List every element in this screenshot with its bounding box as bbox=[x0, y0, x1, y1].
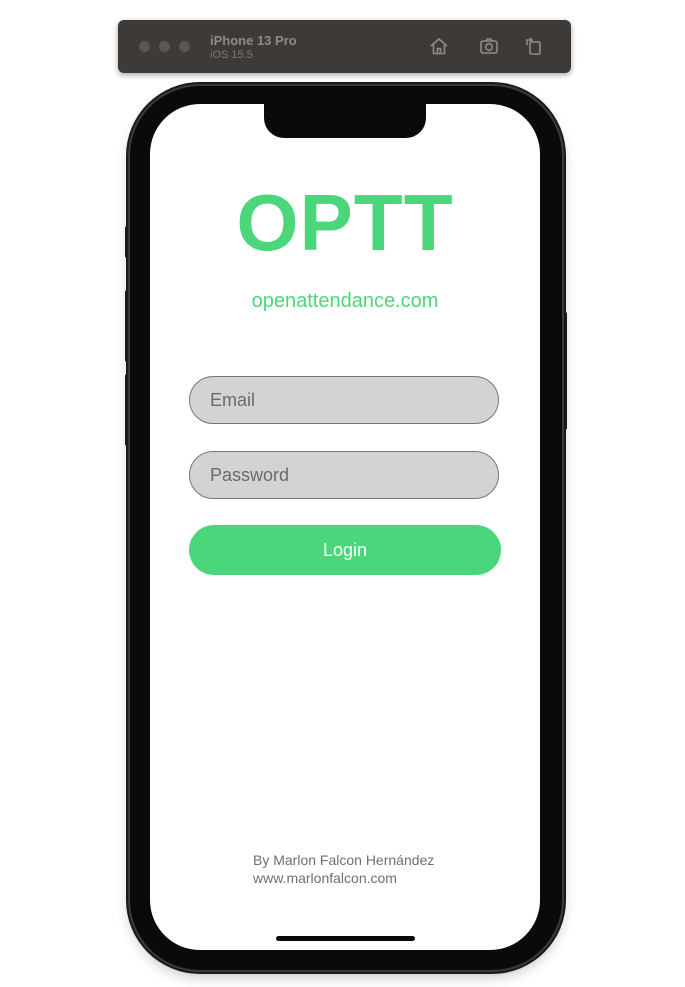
simulator-window: iPhone 13 Pro iOS 15.5 OPTT openattendan… bbox=[0, 0, 685, 987]
home-indicator[interactable] bbox=[276, 936, 415, 941]
app-website: openattendance.com bbox=[251, 290, 439, 312]
device-os-version: iOS 15.5 bbox=[210, 49, 253, 61]
simulator-toolbar: iPhone 13 Pro iOS 15.5 bbox=[118, 20, 571, 73]
window-close-dot[interactable] bbox=[139, 41, 150, 52]
power-button bbox=[562, 312, 567, 430]
window-minimize-dot[interactable] bbox=[159, 41, 170, 52]
password-field[interactable] bbox=[189, 451, 499, 499]
device-name: iPhone 13 Pro bbox=[210, 33, 297, 48]
email-field[interactable] bbox=[189, 376, 499, 424]
notch bbox=[264, 104, 426, 138]
screenshot-icon[interactable] bbox=[478, 35, 500, 57]
author-line: By Marlon Falcon Hernández bbox=[253, 852, 435, 868]
rotate-icon[interactable] bbox=[523, 35, 545, 57]
app-title: OPTT bbox=[236, 178, 454, 267]
app-screen: OPTT openattendance.com Login By Marlon … bbox=[150, 104, 540, 950]
home-icon[interactable] bbox=[428, 35, 450, 57]
credits: By Marlon Falcon Hernández www.marlonfal… bbox=[253, 851, 434, 887]
window-zoom-dot[interactable] bbox=[179, 41, 190, 52]
login-button[interactable]: Login bbox=[189, 525, 501, 575]
author-url: www.marlonfalcon.com bbox=[253, 870, 397, 886]
